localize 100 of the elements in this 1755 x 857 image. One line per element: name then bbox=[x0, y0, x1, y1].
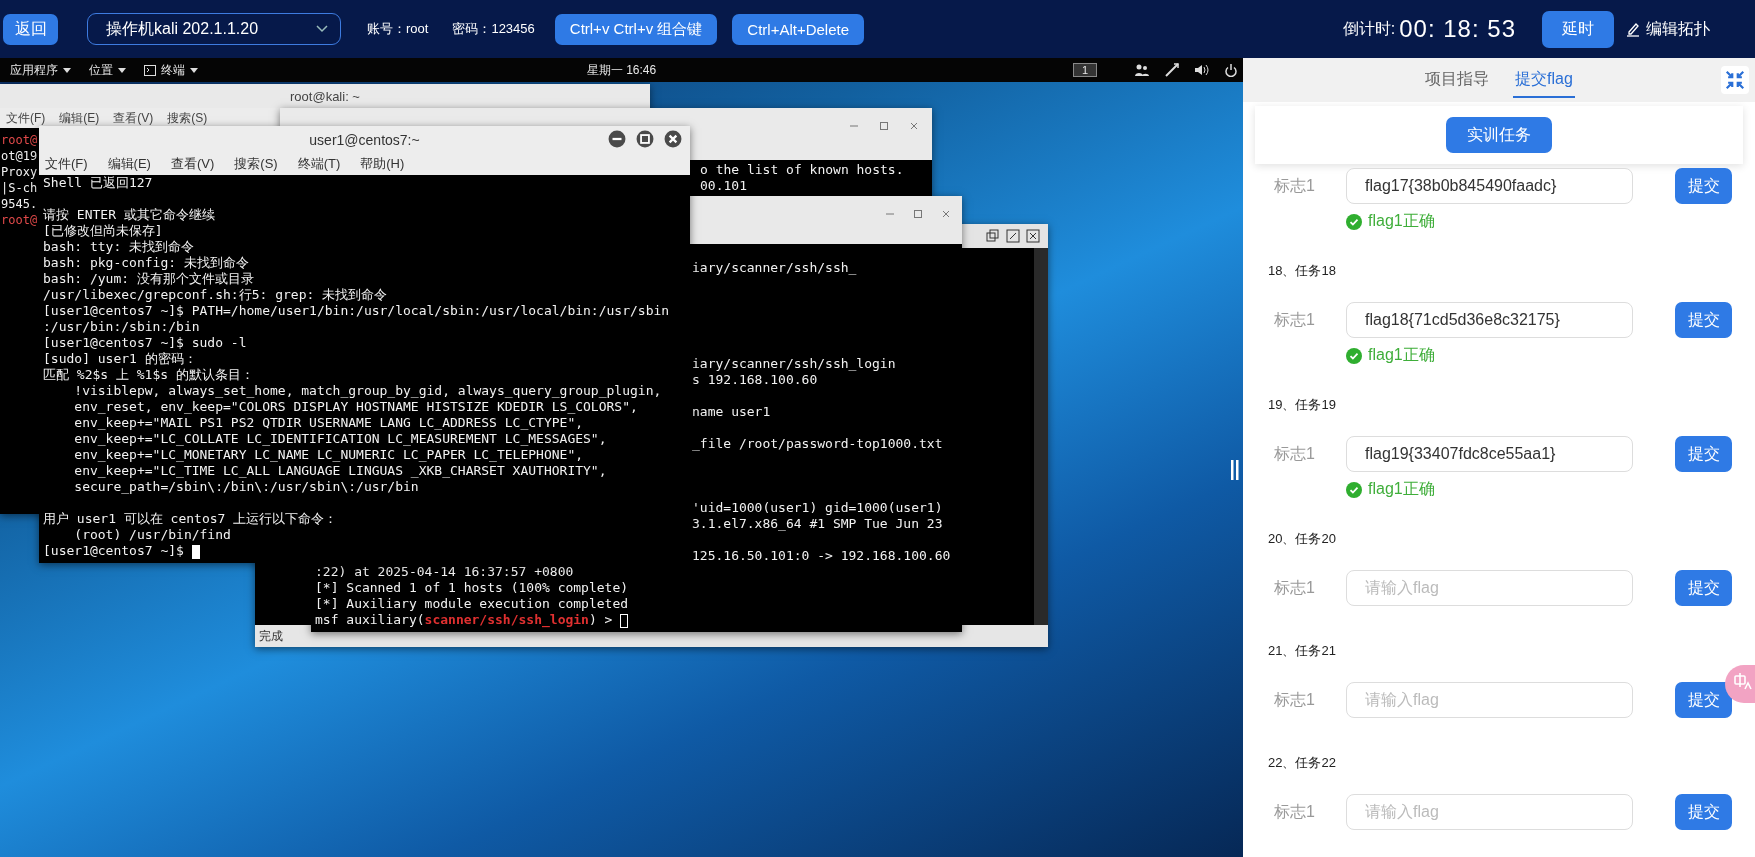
submit-button[interactable]: 提交 bbox=[1675, 794, 1732, 830]
tab[interactable]: 项目指导 bbox=[1423, 62, 1492, 98]
power-icon[interactable] bbox=[1225, 63, 1237, 77]
delay-button[interactable]: 延时 bbox=[1542, 10, 1614, 48]
caret-icon bbox=[118, 67, 126, 73]
submit-button[interactable]: 提交 bbox=[1675, 168, 1732, 204]
submit-button[interactable]: 提交 bbox=[1675, 436, 1732, 472]
terminal-text: env_keep+="LC_MONETARY LC_NAME LC_NUMERIC LC_PAPER LC_TELEPHONE", bbox=[73, 447, 584, 462]
terminal-text: :22) at 2025-04-14 16:37:57 +0800 bbox=[315, 564, 574, 579]
terminal-text: _file /root/password-top1000.txt bbox=[692, 436, 943, 451]
submit-button[interactable]: 提交 bbox=[1675, 302, 1732, 338]
key-combo-button[interactable]: Ctrl+v Ctrl+v 组合键 bbox=[554, 13, 718, 45]
window-title: root@kali: ~ bbox=[290, 88, 360, 104]
terminal-text: iary/scanner/ssh/ssh_ bbox=[692, 260, 857, 275]
terminal-text: Shell 已返回127 bbox=[43, 175, 153, 190]
menu-item[interactable]: 搜索(S) bbox=[167, 109, 208, 127]
menu-item[interactable]: 帮助(H) bbox=[360, 155, 405, 173]
menu-item[interactable]: 查看(V) bbox=[113, 109, 154, 127]
terminal-text: |S-ch bbox=[1, 181, 38, 195]
menu-item[interactable]: 文件(F) bbox=[45, 155, 88, 173]
maximize-icon[interactable] bbox=[636, 130, 654, 148]
field-label: 标志1 bbox=[1274, 801, 1316, 822]
edit-topology-link[interactable]: 编辑拓扑 bbox=[1646, 18, 1710, 40]
terminal-text: [*] Auxiliary module execution completed bbox=[315, 596, 629, 611]
task-heading: 20、任务20 bbox=[1268, 530, 1337, 548]
menu-item[interactable]: 查看(V) bbox=[170, 155, 215, 173]
collapse-icon[interactable] bbox=[1721, 66, 1749, 94]
result-text: flag1正确 bbox=[1368, 345, 1435, 365]
caret-icon bbox=[190, 67, 198, 73]
terminal-text: env_reset, env_keep="COLORS DISPLAY HOSTNAME HISTSIZE KDEDIR LS_COLORS", bbox=[73, 399, 638, 414]
submit-button[interactable]: 提交 bbox=[1675, 570, 1732, 606]
terminal-text: 125.16.50.101:0 -> 192.168.100.60 bbox=[692, 548, 951, 563]
terminal-text: [user1@centos7 ~]$ sudo -l bbox=[43, 335, 247, 350]
terminal-text: [user1@centos7 ~]$ bbox=[43, 543, 185, 558]
field-label: 标志1 bbox=[1274, 689, 1316, 710]
volume-icon[interactable] bbox=[1195, 64, 1209, 76]
terminal-text: /usr/libexec/grepconf.sh:行5: grep: 未找到命令 bbox=[43, 287, 388, 302]
people-icon[interactable] bbox=[1135, 64, 1149, 76]
countdown-label: 倒计时: bbox=[1342, 18, 1396, 39]
terminal-text: root@ bbox=[1, 213, 38, 227]
minimize-icon[interactable] bbox=[608, 130, 626, 148]
terminal-text: [sudo] user1 的密码： bbox=[43, 351, 197, 366]
menu-item[interactable]: 终端(T) bbox=[297, 155, 341, 173]
terminal-text: secure_path=/sbin\:/bin\:/usr/sbin\:/usr/bin bbox=[73, 479, 419, 494]
terminal-text: ot@19 bbox=[1, 149, 38, 163]
terminal-icon bbox=[144, 64, 156, 76]
terminal-text: msf auxiliary(scanner/ssh/ssh_login) > bbox=[315, 612, 614, 627]
countdown-timer: 00: 18: 53 bbox=[1399, 15, 1516, 43]
training-task-button[interactable]: 实训任务 bbox=[1446, 117, 1552, 153]
check-circle-icon bbox=[1346, 481, 1362, 498]
terminal-text: 用户 user1 可以在 centos7 上运行以下命令： bbox=[43, 511, 338, 526]
drag-handle-icon[interactable] bbox=[1231, 460, 1239, 480]
maximize-icon[interactable] bbox=[1006, 229, 1020, 243]
terminal-text: env_keep+="MAIL PS1 PS2 QTDIR USERNAME LANG LC_ADDRESS LC_CTYPE", bbox=[73, 415, 584, 430]
menu-item[interactable]: 编辑(E) bbox=[59, 109, 100, 127]
applications-menu[interactable]: 应用程序 bbox=[10, 61, 58, 79]
terminal-text: name user1 bbox=[692, 404, 771, 419]
terminal-text: bash: /yum: 没有那个文件或目录 bbox=[43, 271, 254, 286]
check-circle-icon bbox=[1346, 347, 1362, 364]
flag-input-field[interactable]: flag19{33407fdc8ce55aa1} bbox=[1346, 436, 1633, 472]
restore-icon[interactable] bbox=[986, 229, 1000, 243]
flag-input-field[interactable]: 请输入flag bbox=[1346, 794, 1633, 830]
terminal-text: 'uid=1000(user1) gid=1000(user1) bbox=[692, 500, 943, 515]
menu-item[interactable]: 文件(F) bbox=[6, 109, 46, 127]
network-icon[interactable] bbox=[1165, 63, 1179, 77]
task-heading: 18、任务18 bbox=[1268, 262, 1337, 280]
terminal-text: root@ bbox=[1, 133, 38, 147]
key-combo-button[interactable]: Ctrl+Alt+Delete bbox=[732, 13, 865, 45]
terminal-text: 9545. bbox=[1, 197, 38, 211]
flag-input-field[interactable]: flag18{71cd5d36e8c32175} bbox=[1346, 302, 1633, 338]
machine-select[interactable]: 操作机kali 202.1.1.20 bbox=[87, 13, 341, 45]
scrollbar[interactable] bbox=[1034, 248, 1048, 625]
close-icon[interactable] bbox=[1026, 229, 1040, 243]
chevron-down-icon bbox=[316, 25, 328, 33]
back-button[interactable]: 返回 bbox=[3, 13, 58, 45]
terminal-text: s 192.168.100.60 bbox=[692, 372, 818, 387]
places-menu[interactable]: 位置 bbox=[89, 61, 113, 79]
translate-icon[interactable] bbox=[1725, 665, 1755, 703]
flag-input-field[interactable]: 请输入flag bbox=[1346, 570, 1633, 606]
flag-input-field[interactable]: 请输入flag bbox=[1346, 682, 1633, 718]
menu-item[interactable]: 搜索(S) bbox=[234, 155, 278, 173]
terminal-text: [user1@centos7 ~]$ PATH=/home/user1/bin:/usr/local/sbin:/usr/local/bin:/usr/sbin bbox=[43, 303, 670, 318]
account-text: 账号：root bbox=[367, 20, 429, 38]
terminal-text: env_keep+="LC_COLLATE LC_IDENTIFICATION LC_MEASUREMENT LC_MESSAGES", bbox=[73, 431, 607, 446]
terminal-text: :/usr/bin:/sbin:/bin bbox=[43, 319, 200, 334]
field-label: 标志1 bbox=[1274, 175, 1316, 196]
menu-item[interactable]: 编辑(E) bbox=[107, 155, 151, 173]
close-icon[interactable] bbox=[664, 130, 682, 148]
task-heading: 22、任务22 bbox=[1268, 754, 1337, 772]
workspace-indicator[interactable]: 1 bbox=[1072, 63, 1097, 77]
submit-button[interactable]: 提交 bbox=[1675, 682, 1732, 718]
task-heading: 21、任务21 bbox=[1268, 642, 1337, 660]
check-circle-icon bbox=[1346, 213, 1362, 230]
terminal-menu[interactable]: 终端 bbox=[161, 61, 185, 79]
flag-input-field[interactable]: flag17{38b0b845490faadc} bbox=[1346, 168, 1633, 204]
terminal-text: Proxy bbox=[1, 165, 38, 179]
terminal-text: [已修改但尚未保存] bbox=[43, 223, 163, 238]
field-label: 标志1 bbox=[1274, 577, 1316, 598]
tab[interactable]: 提交flag bbox=[1513, 62, 1575, 98]
status-text: 完成 bbox=[259, 627, 283, 645]
